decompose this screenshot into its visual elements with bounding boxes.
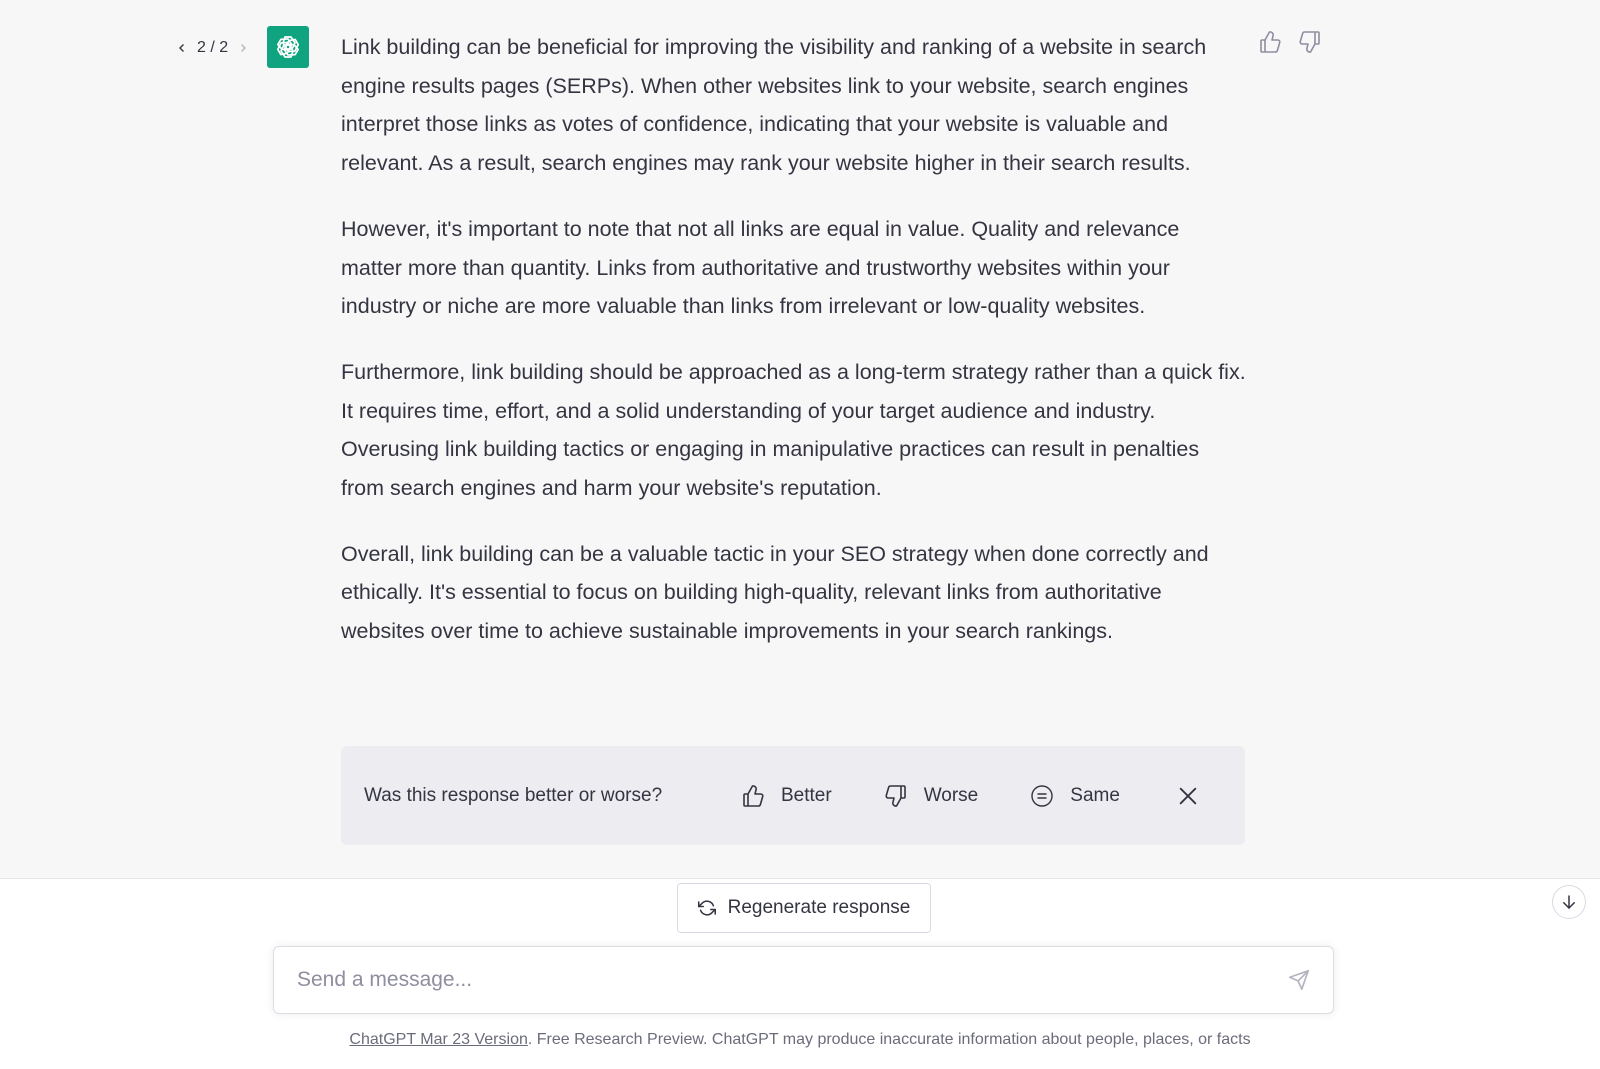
thumbs-up-icon xyxy=(1260,31,1281,53)
better-button[interactable]: Better xyxy=(741,784,832,808)
chevron-left-icon xyxy=(179,44,184,52)
message-feedback xyxy=(1258,30,1322,54)
worse-button[interactable]: Worse xyxy=(884,784,979,808)
message-input[interactable] xyxy=(297,968,1287,992)
send-button[interactable] xyxy=(1287,968,1311,992)
footer-text: . Free Research Preview. ChatGPT may pro… xyxy=(527,1031,1251,1048)
thumbs-up-icon xyxy=(743,784,764,807)
worse-label: Worse xyxy=(923,784,979,806)
thumbs-down-icon xyxy=(885,784,906,807)
thumbs-down-icon xyxy=(1299,31,1320,53)
message-paragraph: Furthermore, link building should be app… xyxy=(341,359,1246,501)
message-paragraph: However, it's important to note that not… xyxy=(341,216,1180,319)
refresh-icon xyxy=(697,900,716,916)
close-icon xyxy=(1179,787,1197,804)
message-paragraph: Link building can be beneficial for impr… xyxy=(341,35,1207,176)
message-paragraph: Overall, link building can be a valuable… xyxy=(341,541,1209,644)
next-response-button[interactable] xyxy=(236,41,250,55)
same-label: Same xyxy=(1070,784,1120,806)
chevron-right-icon xyxy=(241,44,247,52)
version-link[interactable]: ChatGPT Mar 23 Version xyxy=(349,1031,527,1048)
thumbs-up-button[interactable] xyxy=(1258,30,1282,54)
assistant-avatar xyxy=(267,26,309,68)
previous-response-button[interactable] xyxy=(175,41,189,55)
response-pager: 2 / 2 xyxy=(175,36,250,60)
scroll-to-bottom-button[interactable] xyxy=(1552,885,1586,919)
assistant-message: Link building can be beneficial for impr… xyxy=(341,28,1246,678)
arrow-down-icon xyxy=(1563,895,1575,909)
comparison-question: Was this response better or worse? xyxy=(364,784,663,806)
pager-count: 2 / 2 xyxy=(197,39,229,56)
send-icon xyxy=(1289,970,1309,990)
response-comparison: Was this response better or worse? Bette… xyxy=(341,746,1245,845)
equals-circle-icon xyxy=(1031,784,1053,807)
conversation-area: 2 / 2 Link building can be beneficial fo… xyxy=(0,0,1600,879)
openai-logo-icon xyxy=(276,36,300,58)
regenerate-label: Regenerate response xyxy=(727,897,911,918)
same-button[interactable]: Same xyxy=(1030,784,1120,808)
footer-notice: ChatGPT Mar 23 Version. Free Research Pr… xyxy=(0,1031,1600,1049)
better-label: Better xyxy=(781,784,832,806)
close-comparison-button[interactable] xyxy=(1176,784,1200,808)
message-composer xyxy=(273,946,1334,1014)
thumbs-down-button[interactable] xyxy=(1298,30,1322,54)
regenerate-response-button[interactable]: Regenerate response xyxy=(677,883,931,933)
